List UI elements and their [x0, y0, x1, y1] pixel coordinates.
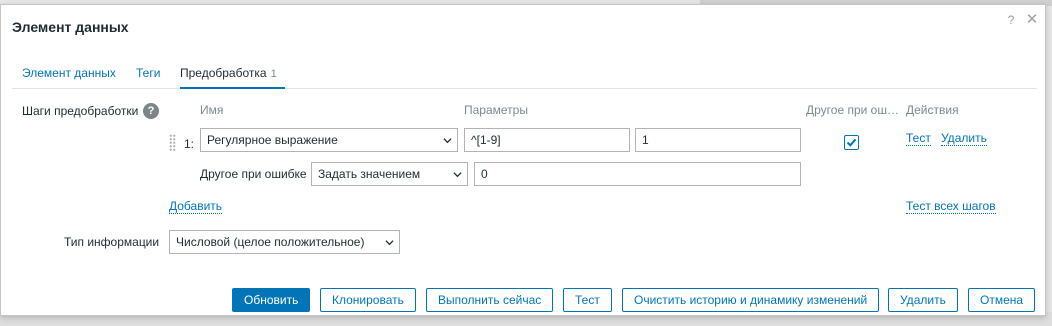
- column-params-header: Параметры: [464, 103, 528, 117]
- info-type-label: Тип информации: [64, 235, 160, 249]
- drag-handle-icon[interactable]: [169, 134, 176, 152]
- tab-tags-label: Теги: [136, 66, 161, 80]
- test-button[interactable]: Тест: [563, 288, 612, 312]
- step-remove-link[interactable]: Удалить: [941, 132, 987, 146]
- on-fail-label: Другое при ошибке: [200, 167, 307, 181]
- clone-button[interactable]: Клонировать: [320, 288, 416, 312]
- help-icon[interactable]: ?: [1004, 13, 1018, 27]
- info-type-select[interactable]: Числовой (целое положительное): [169, 230, 400, 254]
- column-actions-header: Действия: [906, 103, 959, 117]
- execute-now-button[interactable]: Выполнить сейчас: [426, 288, 554, 312]
- step-type-value: Регулярное выражение: [207, 133, 338, 147]
- test-all-steps-link[interactable]: Тест всех шагов: [906, 200, 996, 214]
- chevron-down-icon: [453, 172, 462, 178]
- tab-preprocessing[interactable]: Предобработка 1: [180, 65, 285, 89]
- column-on-fail-header: Другое при ош…: [806, 103, 899, 117]
- step-number: 1:: [184, 137, 195, 151]
- tab-preprocessing-count: 1: [270, 68, 277, 80]
- step-param-output-input[interactable]: 1: [635, 128, 801, 152]
- column-name-header: Имя: [200, 103, 224, 117]
- close-icon[interactable]: ✕: [1025, 12, 1039, 27]
- preprocessing-help-icon[interactable]: ?: [143, 103, 159, 119]
- step-test-link[interactable]: Тест: [906, 132, 931, 146]
- item-dialog: Элемент данных ? ✕ Элемент данных Теги П…: [0, 4, 1046, 316]
- delete-button[interactable]: Удалить: [888, 288, 958, 312]
- on-fail-action-value: Задать значением: [318, 167, 421, 181]
- update-button[interactable]: Обновить: [232, 288, 311, 312]
- checkmark-icon: [846, 138, 857, 147]
- on-fail-action-select[interactable]: Задать значением: [311, 162, 468, 186]
- tab-preprocessing-label: Предобработка: [180, 66, 267, 80]
- clear-history-button[interactable]: Очистить историю и динамику изменений: [622, 288, 880, 312]
- tab-item[interactable]: Элемент данных: [22, 65, 116, 89]
- tab-tags[interactable]: Теги: [136, 65, 160, 89]
- on-fail-checkbox[interactable]: [844, 135, 859, 150]
- cancel-button[interactable]: Отмена: [968, 288, 1036, 312]
- dialog-title: Элемент данных: [12, 19, 129, 35]
- on-fail-value-input[interactable]: 0: [474, 162, 801, 186]
- preprocessing-steps-label: Шаги предобработки: [22, 104, 139, 118]
- tab-item-label: Элемент данных: [22, 66, 116, 80]
- info-type-value: Числовой (целое положительное): [176, 235, 365, 249]
- chevron-down-icon: [385, 240, 394, 246]
- step-param-pattern-input[interactable]: ^[1-9]: [464, 128, 630, 152]
- tab-bar: Элемент данных Теги Предобработка 1: [12, 65, 1037, 89]
- add-step-link[interactable]: Добавить: [169, 200, 223, 214]
- step-type-select[interactable]: Регулярное выражение: [200, 128, 458, 152]
- chevron-down-icon: [443, 138, 452, 144]
